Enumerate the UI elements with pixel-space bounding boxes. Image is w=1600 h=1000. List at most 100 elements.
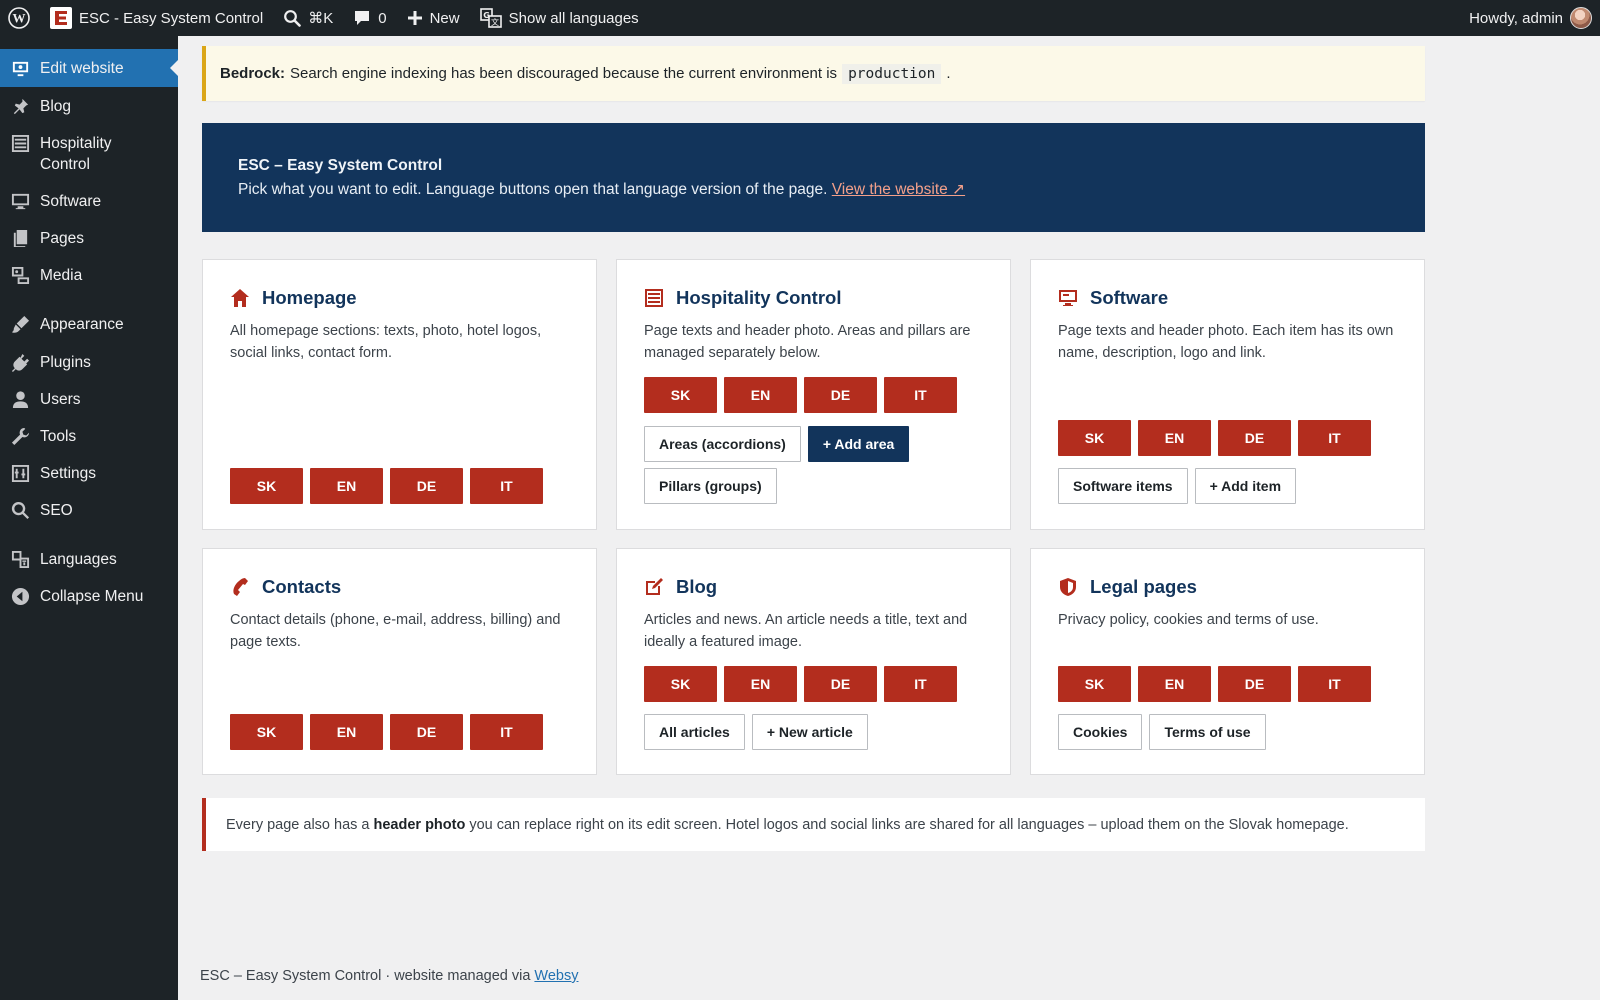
blog-sk-button[interactable]: SK xyxy=(644,666,717,702)
comments-count: 0 xyxy=(378,9,387,27)
site-name-link[interactable]: ESC - Easy System Control xyxy=(40,0,273,36)
hospitality-de-button[interactable]: DE xyxy=(804,377,877,413)
blog-it-button[interactable]: IT xyxy=(884,666,957,702)
site-name-label: ESC - Easy System Control xyxy=(79,9,264,27)
sliders-icon xyxy=(10,463,30,484)
monitor-eye-icon xyxy=(10,58,30,79)
hospitality-control-card: Hospitality Control Page texts and heade… xyxy=(616,259,1011,530)
sidebar-item-label: Tools xyxy=(40,428,77,445)
add-item-button[interactable]: + Add item xyxy=(1194,468,1297,504)
sidebar-item-label: Media xyxy=(40,267,83,284)
command-search-button[interactable]: ⌘K xyxy=(273,0,343,36)
sidebar-item-edit-website[interactable]: Edit website xyxy=(0,49,178,87)
admin-sidebar: Edit website Blog Hospitality Control So… xyxy=(0,36,178,1000)
areas-accordions-button[interactable]: Areas (accordions) xyxy=(644,426,801,462)
notice-suffix: . xyxy=(946,65,951,82)
sidebar-item-tools[interactable]: Tools xyxy=(0,426,178,447)
software-de-button[interactable]: DE xyxy=(1218,420,1291,456)
monitor-icon xyxy=(1058,288,1078,308)
homepage-en-button[interactable]: EN xyxy=(310,468,383,504)
collapse-menu-button[interactable]: Collapse Menu xyxy=(0,586,178,607)
homepage-sk-button[interactable]: SK xyxy=(230,468,303,504)
phone-icon xyxy=(230,577,250,597)
legal-en-button[interactable]: EN xyxy=(1138,666,1211,702)
websy-link[interactable]: Websy xyxy=(534,968,578,984)
card-title: Blog xyxy=(676,576,718,597)
sidebar-item-label: Blog xyxy=(40,98,72,115)
sidebar-item-languages[interactable]: Languages xyxy=(0,549,178,570)
sidebar-item-label: Software xyxy=(40,193,102,210)
sidebar-item-pages[interactable]: Pages xyxy=(0,228,178,249)
software-items-button[interactable]: Software items xyxy=(1058,468,1188,504)
new-content-button[interactable]: New xyxy=(397,0,470,36)
collapse-icon xyxy=(10,586,30,607)
info-text-start: Every page also has a xyxy=(226,816,370,833)
wordpress-icon: W xyxy=(8,7,30,29)
software-sk-button[interactable]: SK xyxy=(1058,420,1131,456)
sidebar-item-users[interactable]: Users xyxy=(0,389,178,410)
sidebar-item-seo[interactable]: SEO xyxy=(0,500,178,521)
show-all-languages-button[interactable]: G文 Show all languages xyxy=(470,0,649,36)
legal-sk-button[interactable]: SK xyxy=(1058,666,1131,702)
blog-en-button[interactable]: EN xyxy=(724,666,797,702)
sidebar-item-label: Users xyxy=(40,391,81,408)
homepage-de-button[interactable]: DE xyxy=(390,468,463,504)
contacts-en-button[interactable]: EN xyxy=(310,714,383,750)
homepage-card: Homepage All homepage sections: texts, p… xyxy=(202,259,597,530)
admin-bar: W ESC - Easy System Control ⌘K 0 New G文 … xyxy=(0,0,1600,36)
wordpress-logo-button[interactable]: W xyxy=(0,0,40,36)
plus-icon xyxy=(407,11,422,25)
environment-notice: Bedrock: Search engine indexing has been… xyxy=(202,46,1425,101)
sidebar-item-media[interactable]: Media xyxy=(0,265,178,286)
card-description: Privacy policy, cookies and terms of use… xyxy=(1058,612,1319,628)
user-icon xyxy=(10,389,30,410)
shield-icon xyxy=(1058,577,1078,597)
cookies-button[interactable]: Cookies xyxy=(1058,714,1143,750)
sidebar-item-label: Plugins xyxy=(40,354,91,371)
info-text-bold: header photo xyxy=(373,816,466,833)
sidebar-item-blog[interactable]: Blog xyxy=(0,96,178,117)
pages-icon xyxy=(10,228,30,249)
pillars-groups-button[interactable]: Pillars (groups) xyxy=(644,468,777,504)
account-menu[interactable]: Howdy, admin xyxy=(1459,0,1600,36)
contacts-de-button[interactable]: DE xyxy=(390,714,463,750)
sidebar-item-label: Appearance xyxy=(40,316,124,333)
hospitality-sk-button[interactable]: SK xyxy=(644,377,717,413)
blog-de-button[interactable]: DE xyxy=(804,666,877,702)
card-title: Legal pages xyxy=(1090,576,1197,597)
new-article-button[interactable]: + New article xyxy=(751,714,868,750)
sidebar-item-plugins[interactable]: Plugins xyxy=(0,352,178,373)
contacts-sk-button[interactable]: SK xyxy=(230,714,303,750)
contacts-card: Contacts Contact details (phone, e-mail,… xyxy=(202,548,597,775)
software-it-button[interactable]: IT xyxy=(1298,420,1371,456)
svg-text:W: W xyxy=(13,11,26,26)
sidebar-item-label: Pages xyxy=(40,230,84,247)
sidebar-item-label: Hospitality Control xyxy=(40,135,112,173)
homepage-it-button[interactable]: IT xyxy=(470,468,543,504)
search-shortcut-label: ⌘K xyxy=(308,10,334,27)
view-website-link[interactable]: View the website ↗ xyxy=(832,181,965,198)
terms-of-use-button[interactable]: Terms of use xyxy=(1149,714,1266,750)
hospitality-it-button[interactable]: IT xyxy=(884,377,957,413)
comments-link[interactable]: 0 xyxy=(343,0,396,36)
software-en-button[interactable]: EN xyxy=(1138,420,1211,456)
all-articles-button[interactable]: All articles xyxy=(644,714,745,750)
media-icon xyxy=(10,265,30,286)
banner-description: Pick what you want to edit. Language but… xyxy=(238,181,828,198)
contacts-it-button[interactable]: IT xyxy=(470,714,543,750)
sidebar-item-hospitality-control[interactable]: Hospitality Control xyxy=(0,133,150,175)
add-area-button[interactable]: + Add area xyxy=(807,426,910,462)
hospitality-en-button[interactable]: EN xyxy=(724,377,797,413)
legal-pages-card: Legal pages Privacy policy, cookies and … xyxy=(1030,548,1425,775)
wrench-icon xyxy=(10,426,30,447)
software-card: Software Page texts and header photo. Ea… xyxy=(1030,259,1425,530)
card-description: Articles and news. An article needs a ti… xyxy=(644,612,968,650)
legal-de-button[interactable]: DE xyxy=(1218,666,1291,702)
translate-icon xyxy=(10,549,30,570)
legal-it-button[interactable]: IT xyxy=(1298,666,1371,702)
sidebar-item-appearance[interactable]: Appearance xyxy=(0,314,178,335)
sidebar-item-label: Edit website xyxy=(40,59,124,77)
sidebar-item-software[interactable]: Software xyxy=(0,191,178,212)
sidebar-item-settings[interactable]: Settings xyxy=(0,463,178,484)
home-icon xyxy=(230,288,250,308)
